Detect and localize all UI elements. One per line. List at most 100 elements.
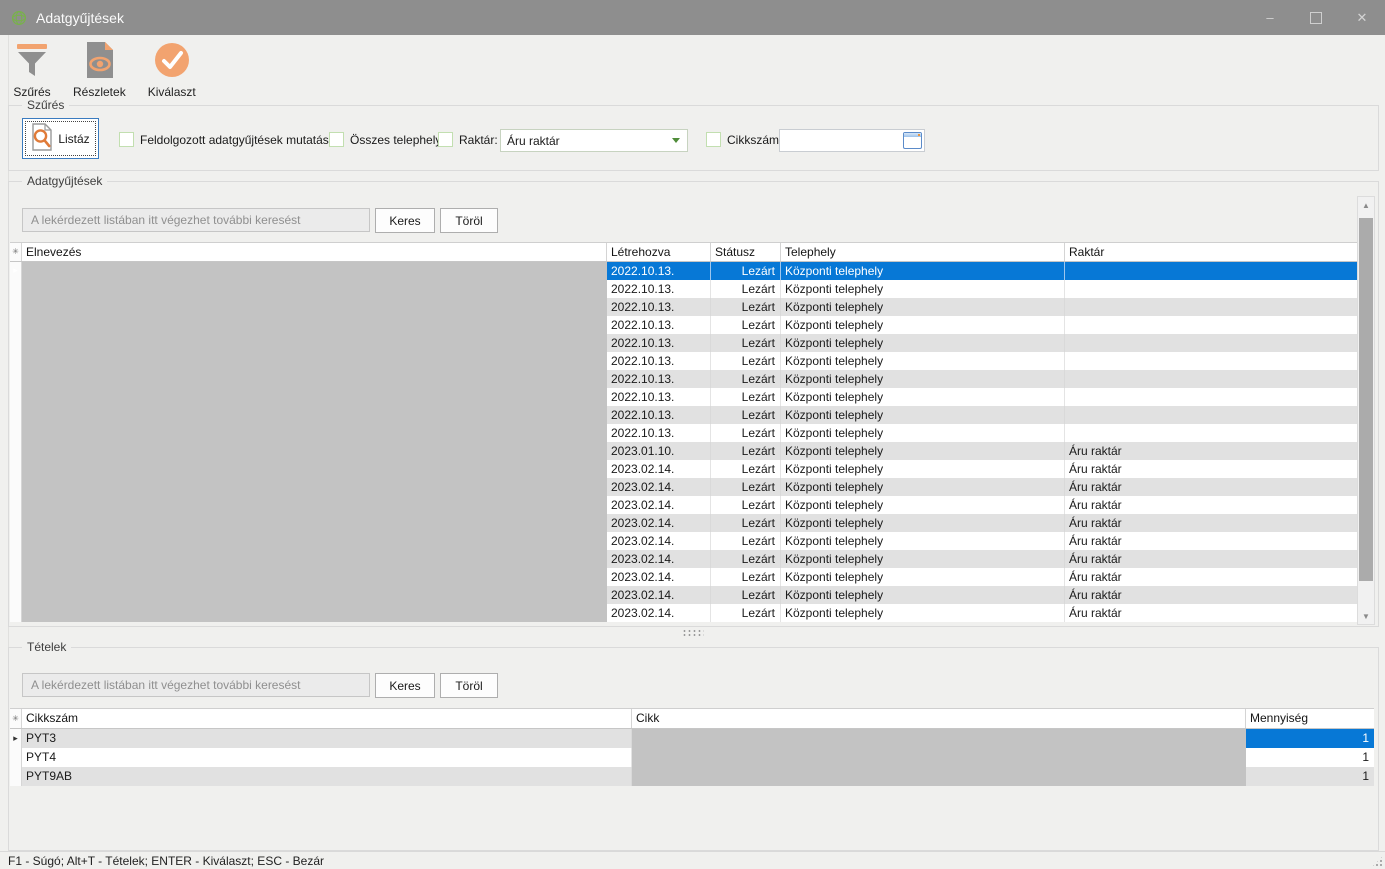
redacted-cell[interactable] (22, 550, 607, 568)
redacted-cell[interactable] (22, 604, 607, 622)
resize-grip-icon[interactable] (1372, 856, 1383, 867)
warehouse-cell[interactable]: Áru raktár (1065, 442, 1357, 460)
row-selector-cell[interactable] (10, 496, 22, 514)
site-cell[interactable]: Központi telephely (781, 298, 1065, 316)
status-cell[interactable]: Lezárt (711, 478, 781, 496)
site-cell[interactable]: Központi telephely (781, 280, 1065, 298)
site-cell[interactable]: Központi telephely (781, 388, 1065, 406)
status-cell[interactable]: Lezárt (711, 388, 781, 406)
warehouse-cell[interactable]: Áru raktár (1065, 550, 1357, 568)
column-header-status[interactable]: Státusz (711, 243, 781, 261)
warehouse-cell[interactable]: Áru raktár (1065, 496, 1357, 514)
status-cell[interactable]: Lezárt (711, 406, 781, 424)
collections-row[interactable]: 2022.10.13.LezártKözponti telephely (10, 352, 1357, 370)
warehouse-cell[interactable]: Áru raktár (1065, 514, 1357, 532)
warehouse-cell[interactable] (1065, 334, 1357, 352)
status-cell[interactable]: Lezárt (711, 370, 781, 388)
select-toolbar-button[interactable]: Kiválaszt (144, 39, 200, 101)
status-cell[interactable]: Lezárt (711, 334, 781, 352)
created-cell[interactable]: 2023.02.14. (607, 568, 711, 586)
row-selector-cell[interactable] (10, 586, 22, 604)
site-cell[interactable]: Központi telephely (781, 442, 1065, 460)
maximize-button[interactable] (1293, 0, 1339, 35)
created-cell[interactable]: 2022.10.13. (607, 388, 711, 406)
redacted-cell[interactable] (22, 388, 607, 406)
collections-row[interactable]: 2023.02.14.LezártKözponti telephelyÁru r… (10, 532, 1357, 550)
status-cell[interactable]: Lezárt (711, 568, 781, 586)
column-header-warehouse[interactable]: Raktár (1065, 243, 1357, 261)
site-cell[interactable]: Központi telephely (781, 568, 1065, 586)
created-cell[interactable]: 2022.10.13. (607, 334, 711, 352)
row-selector-cell[interactable] (10, 370, 22, 388)
redacted-cell[interactable] (632, 729, 1246, 748)
collections-row[interactable]: 2023.01.10.LezártKözponti telephelyÁru r… (10, 442, 1357, 460)
site-cell[interactable]: Központi telephely (781, 604, 1065, 622)
site-cell[interactable]: Központi telephely (781, 514, 1065, 532)
status-cell[interactable]: Lezárt (711, 442, 781, 460)
items-clear-button[interactable]: Töröl (440, 673, 498, 698)
status-cell[interactable]: Lezárt (711, 262, 781, 280)
warehouse-cell[interactable]: Áru raktár (1065, 532, 1357, 550)
splitter-handle[interactable] (9, 626, 1377, 639)
created-cell[interactable]: 2022.10.13. (607, 262, 711, 280)
collections-row[interactable]: ▸2022.10.13.LezártKözponti telephely (10, 262, 1357, 280)
details-toolbar-button[interactable]: Részletek (69, 39, 130, 101)
row-selector-cell[interactable] (10, 406, 22, 424)
items-row[interactable]: PYT4 1 (10, 748, 1374, 767)
site-cell[interactable]: Központi telephely (781, 496, 1065, 514)
collections-row[interactable]: 2023.02.14.LezártKözponti telephelyÁru r… (10, 604, 1357, 622)
redacted-cell[interactable] (632, 748, 1246, 767)
warehouse-checkbox[interactable] (438, 132, 453, 147)
row-selector-cell[interactable] (10, 514, 22, 532)
items-search-input[interactable] (23, 674, 369, 696)
row-selector-cell[interactable]: ▸ (10, 729, 22, 748)
row-selector-cell[interactable] (10, 424, 22, 442)
row-selector-cell[interactable] (10, 604, 22, 622)
item_number-cell[interactable]: PYT4 (22, 748, 632, 767)
close-button[interactable]: ✕ (1339, 0, 1385, 35)
collections-row[interactable]: 2023.02.14.LezártKözponti telephelyÁru r… (10, 496, 1357, 514)
row-selector-cell[interactable] (10, 316, 22, 334)
created-cell[interactable]: 2023.02.14. (607, 532, 711, 550)
collections-row[interactable]: 2023.02.14.LezártKözponti telephelyÁru r… (10, 514, 1357, 532)
collections-search-input[interactable] (23, 209, 369, 231)
status-cell[interactable]: Lezárt (711, 280, 781, 298)
quantity-cell[interactable]: 1 (1246, 748, 1374, 767)
site-cell[interactable]: Központi telephely (781, 334, 1065, 352)
warehouse-combobox[interactable]: Áru raktár (500, 129, 688, 152)
redacted-cell[interactable] (22, 442, 607, 460)
column-header-site[interactable]: Telephely (781, 243, 1065, 261)
redacted-cell[interactable] (22, 586, 607, 604)
site-cell[interactable]: Központi telephely (781, 352, 1065, 370)
status-cell[interactable]: Lezárt (711, 424, 781, 442)
redacted-cell[interactable] (22, 478, 607, 496)
site-cell[interactable]: Központi telephely (781, 316, 1065, 334)
site-cell[interactable]: Központi telephely (781, 370, 1065, 388)
redacted-cell[interactable] (22, 496, 607, 514)
collections-row[interactable]: 2022.10.13.LezártKözponti telephely (10, 406, 1357, 424)
show-processed-checkbox[interactable] (119, 132, 134, 147)
selector-column-header[interactable]: ✳ (10, 243, 22, 261)
created-cell[interactable]: 2022.10.13. (607, 424, 711, 442)
created-cell[interactable]: 2023.02.14. (607, 604, 711, 622)
created-cell[interactable]: 2023.02.14. (607, 586, 711, 604)
scrollbar-thumb[interactable] (1359, 218, 1373, 581)
status-cell[interactable]: Lezárt (711, 352, 781, 370)
row-selector-cell[interactable] (10, 442, 22, 460)
warehouse-cell[interactable]: Áru raktár (1065, 604, 1357, 622)
warehouse-cell[interactable]: Áru raktár (1065, 478, 1357, 496)
created-cell[interactable]: 2022.10.13. (607, 298, 711, 316)
redacted-cell[interactable] (22, 370, 607, 388)
redacted-cell[interactable] (22, 298, 607, 316)
collections-row[interactable]: 2022.10.13.LezártKözponti telephely (10, 388, 1357, 406)
item_number-cell[interactable]: PYT9AB (22, 767, 632, 786)
warehouse-cell[interactable] (1065, 298, 1357, 316)
status-cell[interactable]: Lezárt (711, 298, 781, 316)
item-number-input[interactable] (780, 130, 903, 151)
warehouse-cell[interactable] (1065, 424, 1357, 442)
redacted-cell[interactable] (22, 568, 607, 586)
items-row[interactable]: ▸PYT31 (10, 729, 1374, 748)
row-selector-cell[interactable] (10, 388, 22, 406)
all-sites-checkbox[interactable] (329, 132, 344, 147)
row-selector-cell[interactable] (10, 550, 22, 568)
